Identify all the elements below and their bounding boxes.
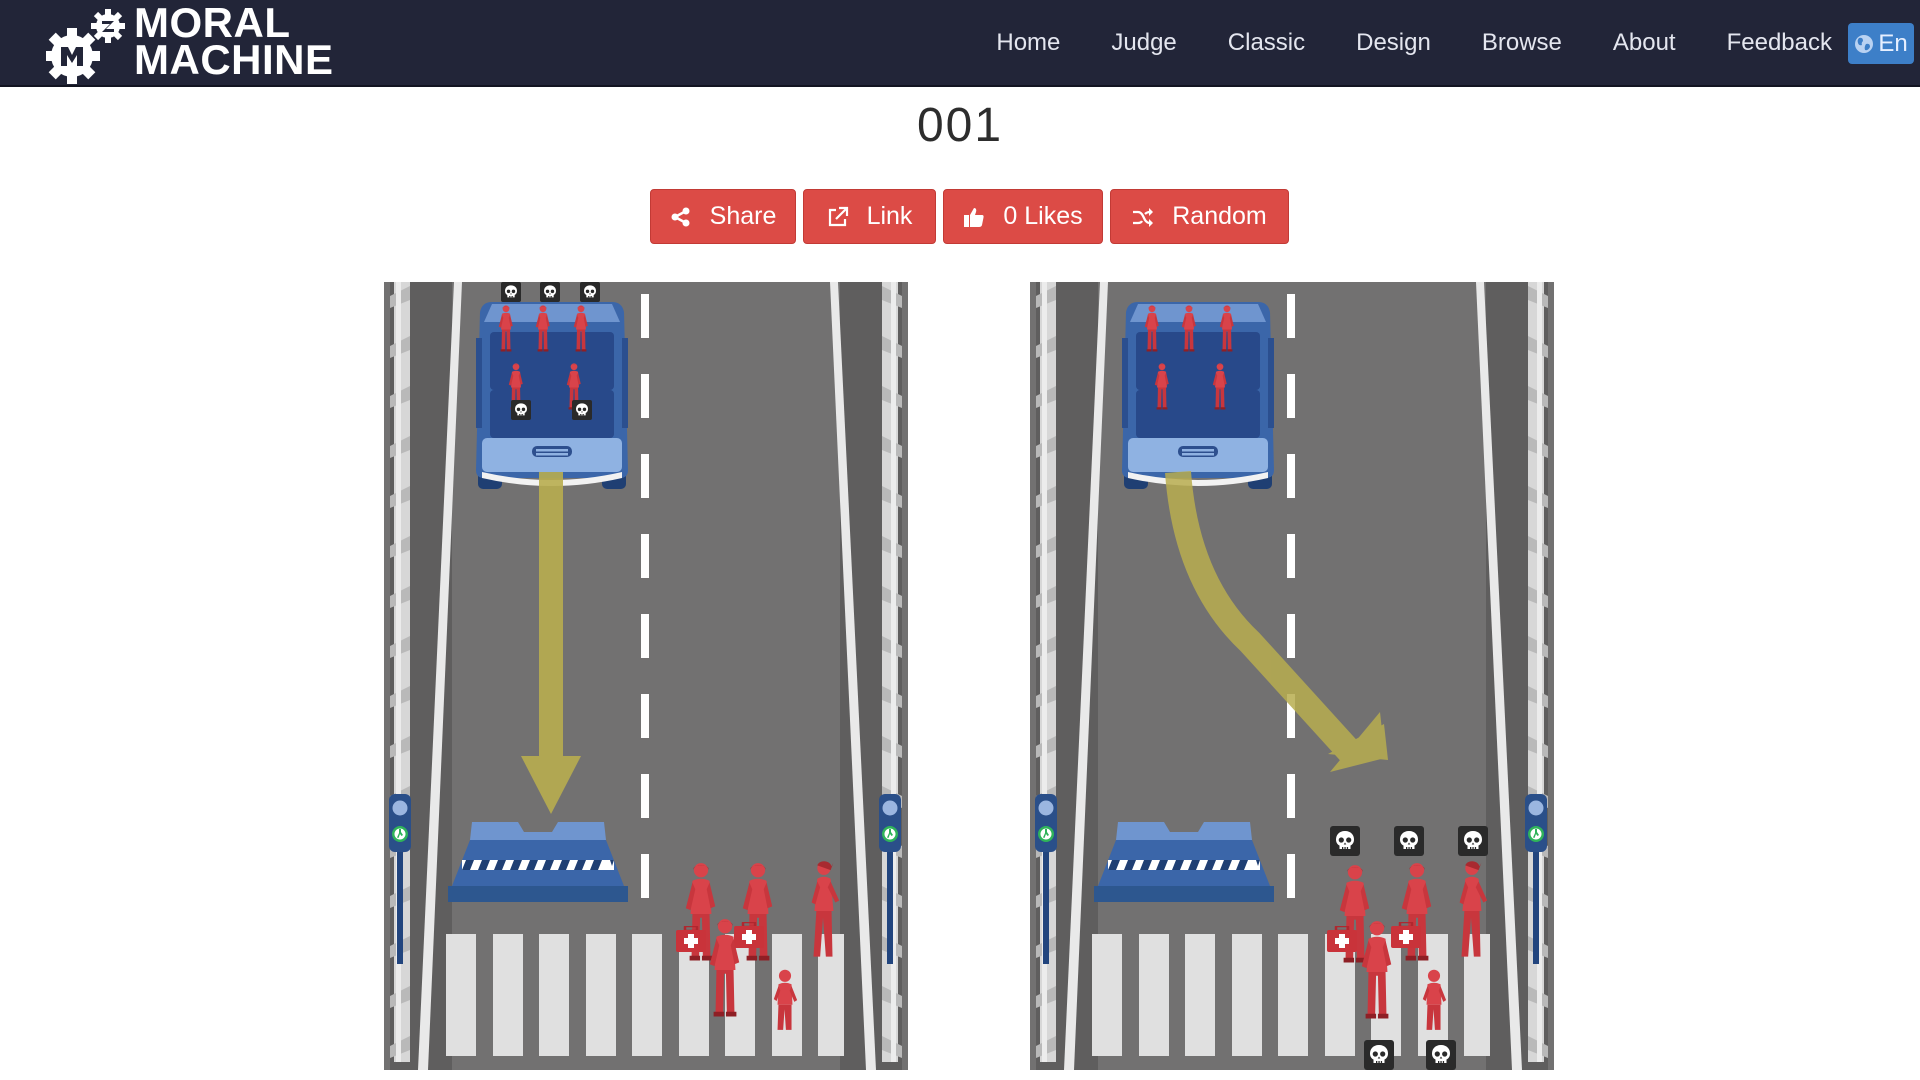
skull-icon (1394, 826, 1424, 856)
car-icon (1122, 302, 1274, 489)
link-label: Link (866, 202, 913, 230)
random-label: Random (1172, 202, 1267, 230)
nav-about[interactable]: About (1613, 29, 1676, 57)
skull-icon (572, 400, 592, 420)
share-button[interactable]: Share (650, 189, 796, 244)
globe-icon (1855, 34, 1874, 53)
nav-judge[interactable]: Judge (1111, 29, 1176, 57)
random-button[interactable]: Random (1110, 189, 1289, 244)
nav-classic[interactable]: Classic (1228, 29, 1305, 57)
share-icon (671, 207, 690, 226)
barrier-icon (448, 822, 628, 902)
brand-line-2: MACHINE (134, 36, 334, 83)
scenario-left-illustration (384, 282, 908, 1070)
skull-icon (1426, 1040, 1456, 1070)
language-label: En (1878, 29, 1908, 57)
skull-icon (540, 282, 560, 302)
nav-feedback[interactable]: Feedback (1727, 29, 1832, 57)
skull-icon (1458, 826, 1488, 856)
shuffle-icon (1133, 207, 1154, 227)
barrier-icon (1094, 822, 1274, 902)
link-button[interactable]: Link (803, 189, 936, 244)
nav-menu: Home Judge Classic Design Browse About F… (996, 0, 1832, 85)
likes-button[interactable]: 0 Likes (943, 189, 1103, 244)
top-navbar: MORAL MACHINE Home Judge Classic Design … (0, 0, 1920, 87)
scenario-left-panel[interactable] (384, 282, 908, 1070)
nav-design[interactable]: Design (1356, 29, 1431, 57)
skull-icon (511, 400, 531, 420)
nav-home[interactable]: Home (996, 29, 1060, 57)
skull-icon (580, 282, 600, 302)
action-buttons: Share Link 0 Likes Random (650, 189, 1289, 246)
gear-logo-icon (46, 9, 125, 84)
thumbs-up-icon (964, 207, 984, 227)
scenario-right-illustration (1030, 282, 1554, 1070)
share-label: Share (709, 202, 777, 230)
language-button[interactable]: En (1848, 23, 1914, 64)
likes-label: 0 Likes (1003, 202, 1083, 230)
nav-browse[interactable]: Browse (1482, 29, 1562, 57)
brand-name: MORAL MACHINE (134, 2, 334, 83)
skull-icon (1330, 826, 1360, 856)
car-icon (476, 302, 628, 489)
skull-icon (501, 282, 521, 302)
scenario-title: 001 (916, 99, 1004, 152)
external-link-icon (828, 206, 848, 226)
skull-icon (1364, 1040, 1394, 1070)
scenario-right-panel[interactable] (1030, 282, 1554, 1070)
